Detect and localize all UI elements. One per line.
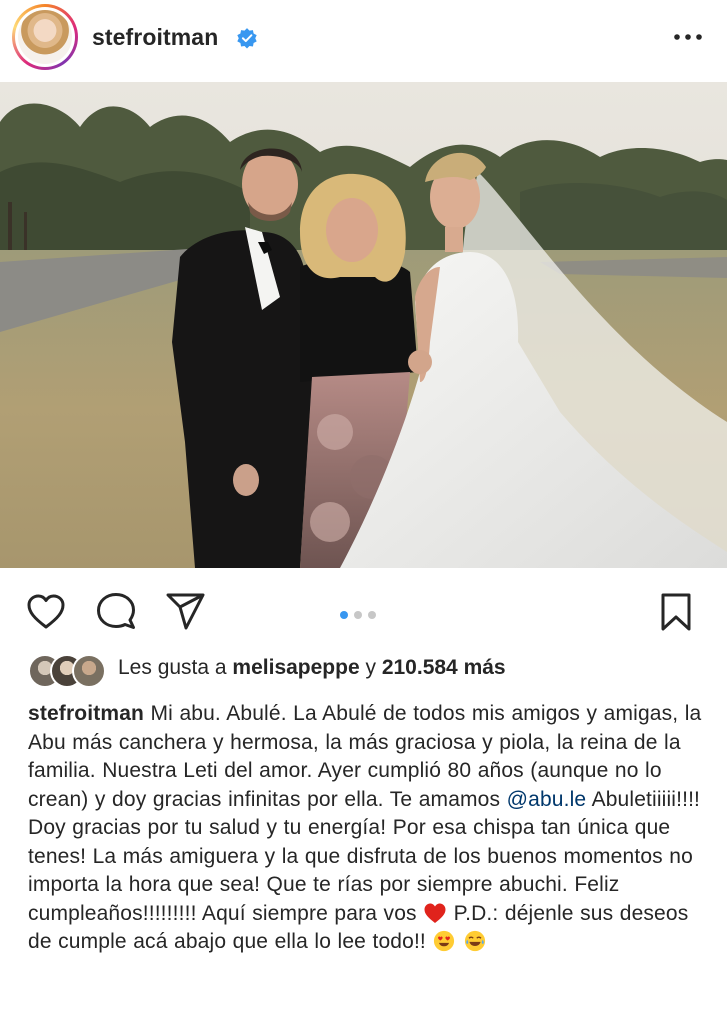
more-options-icon[interactable] [668,22,708,52]
username-link[interactable]: stefroitman [92,24,218,51]
profile-avatar[interactable] [12,4,78,70]
avatar [72,654,106,688]
comment-icon[interactable] [94,590,138,634]
bookmark-icon[interactable] [654,590,698,634]
share-icon[interactable] [164,590,208,634]
heart-eyes-emoji-icon [434,930,455,952]
liker-username[interactable]: melisapeppe [232,656,359,679]
carousel-indicator [340,606,382,619]
caption-author[interactable]: stefroitman [28,702,144,725]
likes-count[interactable]: 210.584 más [382,656,506,679]
likes-text[interactable]: Les gusta a melisapeppe y 210.584 más [118,656,506,680]
verified-badge-icon [237,28,257,49]
carousel-dot [368,611,376,619]
carousel-dot-active [340,611,348,619]
post-actions [0,568,727,654]
red-heart-icon [424,903,446,923]
liker-avatars[interactable] [28,654,108,688]
tears-of-joy-emoji-icon [464,930,485,952]
mention-link[interactable]: @abu.le [507,788,587,811]
avatar-photo [18,10,72,64]
likes-row: Les gusta a melisapeppe y 210.584 más [28,654,718,688]
post-header: stefroitman [0,0,727,82]
wedding-photo [0,82,727,568]
post-image[interactable] [0,82,727,568]
heart-icon[interactable] [24,590,68,634]
post-caption: stefroitman Mi abu. Abulé. La Abulé de t… [28,700,708,957]
carousel-dot [354,611,362,619]
